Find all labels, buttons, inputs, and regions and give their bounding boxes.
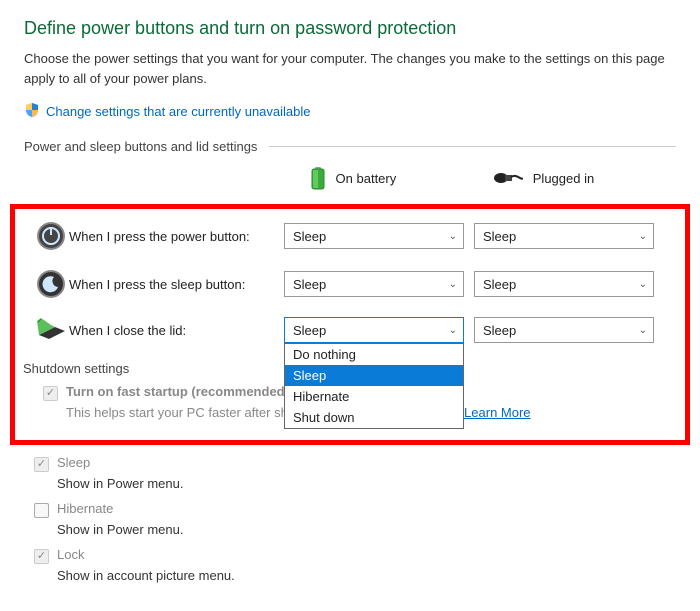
- checkbox-fast-startup: [43, 386, 58, 401]
- divider: [269, 146, 676, 147]
- page-subtitle: Choose the power settings that you want …: [24, 49, 676, 88]
- select-lid-plugged[interactable]: Sleep⌄: [474, 317, 654, 343]
- learn-more-link[interactable]: Learn More: [464, 405, 530, 420]
- dropdown-item-shut-down[interactable]: Shut down: [285, 407, 463, 428]
- highlight-box: When I press the power button: Sleep⌄ Sl…: [10, 204, 690, 445]
- checkbox-sleep-label: Sleep: [57, 455, 90, 470]
- chevron-down-icon: ⌄: [639, 279, 647, 290]
- select-sleep-plugged[interactable]: Sleep⌄: [474, 271, 654, 297]
- select-power-battery[interactable]: Sleep⌄: [284, 223, 464, 249]
- sleep-desc: Show in Power menu.: [24, 476, 676, 491]
- power-button-icon: [33, 221, 69, 251]
- chevron-down-icon: ⌄: [449, 325, 457, 336]
- checkbox-sleep: [34, 457, 49, 472]
- dropdown-item-sleep[interactable]: Sleep: [285, 365, 463, 386]
- sleep-button-icon: [33, 269, 69, 299]
- dropdown-item-hibernate[interactable]: Hibernate: [285, 386, 463, 407]
- col-battery-label: On battery: [336, 171, 397, 186]
- lid-icon: [33, 317, 69, 343]
- select-lid-battery[interactable]: Sleep⌄: [284, 317, 464, 343]
- checkbox-hibernate-label: Hibernate: [57, 501, 113, 516]
- page-title: Define power buttons and turn on passwor…: [24, 18, 676, 39]
- checkbox-hibernate: [34, 503, 49, 518]
- row-close-lid: When I close the lid: Sleep⌄ Sleep⌄ Do n…: [33, 317, 675, 343]
- dropdown-lid-battery: Do nothing Sleep Hibernate Shut down: [284, 343, 464, 429]
- hibernate-desc: Show in Power menu.: [24, 522, 676, 537]
- chevron-down-icon: ⌄: [449, 231, 457, 242]
- row-lid-label: When I close the lid:: [69, 323, 284, 338]
- chevron-down-icon: ⌄: [639, 325, 647, 336]
- select-power-plugged[interactable]: Sleep⌄: [474, 223, 654, 249]
- change-settings-link[interactable]: Change settings that are currently unava…: [46, 104, 311, 119]
- row-sleep-button: When I press the sleep button: Sleep⌄ Sl…: [33, 269, 675, 299]
- checkbox-lock: [34, 549, 49, 564]
- row-power-button: When I press the power button: Sleep⌄ Sl…: [33, 221, 675, 251]
- select-sleep-battery[interactable]: Sleep⌄: [284, 271, 464, 297]
- row-power-label: When I press the power button:: [69, 229, 284, 244]
- chevron-down-icon: ⌄: [639, 231, 647, 242]
- col-plugged-label: Plugged in: [533, 171, 594, 186]
- battery-icon: [310, 166, 326, 190]
- plug-icon: [493, 169, 523, 187]
- row-sleep-label: When I press the sleep button:: [69, 277, 284, 292]
- lock-desc: Show in account picture menu.: [24, 568, 676, 583]
- chevron-down-icon: ⌄: [449, 279, 457, 290]
- shield-icon: [24, 102, 40, 121]
- dropdown-item-do-nothing[interactable]: Do nothing: [285, 344, 463, 365]
- checkbox-lock-label: Lock: [57, 547, 84, 562]
- section-power-sleep-label: Power and sleep buttons and lid settings: [24, 139, 269, 154]
- checkbox-fast-startup-label: Turn on fast startup (recommended): [66, 384, 289, 399]
